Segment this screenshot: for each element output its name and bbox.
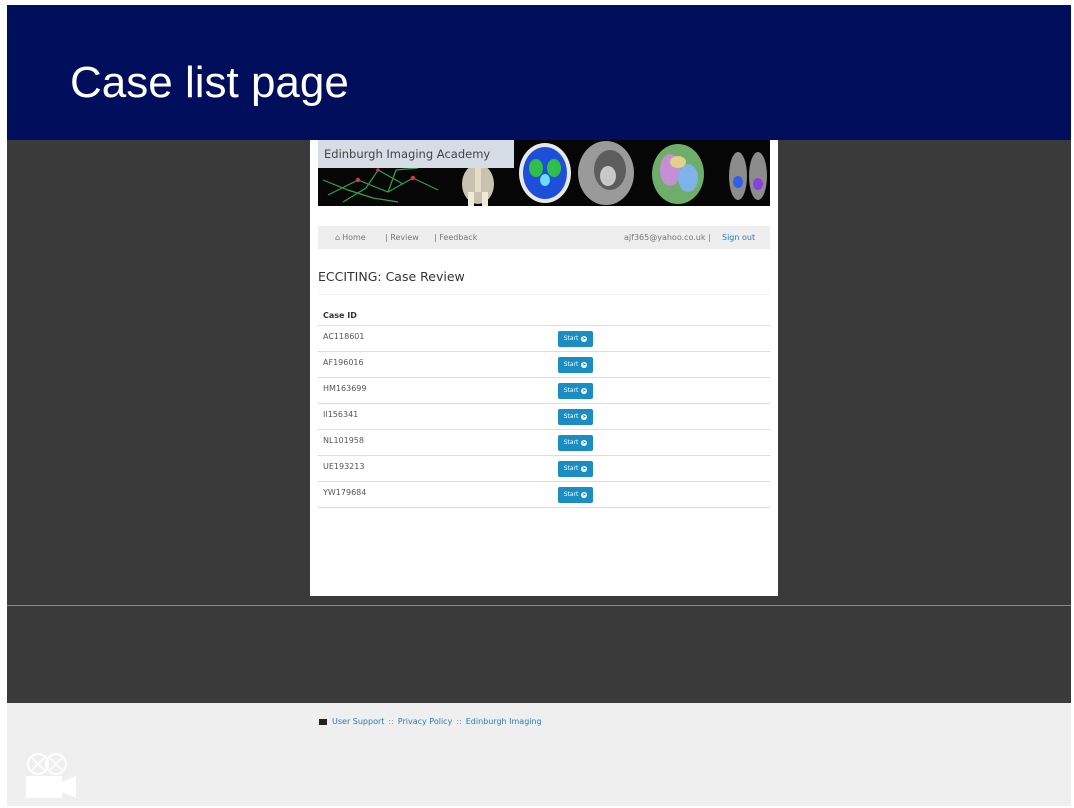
nav-home-link[interactable]: ⌂ Home — [335, 226, 366, 249]
backdrop-divider — [7, 605, 1071, 606]
start-button[interactable]: Start ➤ — [558, 461, 593, 477]
user-email: ajf365@yahoo.co.uk | — [624, 233, 711, 242]
slide-header: Case list page — [7, 5, 1071, 140]
arrow-circle-right-icon: ➤ — [581, 413, 588, 420]
start-button-label: Start — [563, 465, 579, 472]
arrow-circle-right-icon: ➤ — [581, 465, 588, 472]
page-heading: ECCITING: Case Review — [318, 269, 465, 284]
start-button[interactable]: Start ➤ — [558, 487, 593, 503]
user-support-link[interactable]: User Support — [332, 717, 384, 726]
edinburgh-imaging-link[interactable]: Edinburgh Imaging — [466, 717, 542, 726]
slide-title: Case list page — [70, 58, 349, 107]
arrow-circle-right-icon: ➤ — [581, 491, 588, 498]
nav-bar: ⌂ Home | Review | Feedback ajf365@yahoo.c… — [318, 226, 770, 249]
nav-feedback-link[interactable]: | Feedback — [434, 226, 477, 249]
skeleton-image — [462, 164, 494, 206]
heading-divider — [318, 294, 770, 295]
table-row: II156341 Start ➤ — [318, 404, 770, 430]
start-button[interactable]: Start ➤ — [558, 331, 593, 347]
case-id-cell: HM163699 — [323, 384, 367, 393]
home-icon: ⌂ — [335, 233, 341, 242]
mri-image — [578, 141, 634, 205]
app-page: Edinburgh Imaging Academy ⌂ Home | Review… — [310, 140, 778, 596]
table-row: AC118601 Start ➤ — [318, 326, 770, 352]
footer: User Support :: Privacy Policy :: Edinbu… — [7, 703, 1071, 806]
start-button[interactable]: Start ➤ — [558, 383, 593, 399]
start-button-label: Start — [563, 335, 579, 342]
sign-out-link[interactable]: Sign out — [722, 226, 755, 249]
case-id-cell: II156341 — [323, 410, 359, 419]
case-id-cell: AC118601 — [323, 332, 365, 341]
banner: Edinburgh Imaging Academy — [318, 140, 770, 206]
arrow-circle-right-icon: ➤ — [581, 439, 588, 446]
start-button-label: Start — [563, 413, 579, 420]
column-header-case-id: Case ID — [318, 306, 770, 326]
arrow-circle-right-icon: ➤ — [581, 387, 588, 394]
envelope-icon — [319, 718, 327, 725]
start-button[interactable]: Start ➤ — [558, 409, 593, 425]
footer-links: User Support :: Privacy Policy :: Edinbu… — [319, 717, 542, 726]
case-id-cell: UE193213 — [323, 462, 365, 471]
start-button[interactable]: Start ➤ — [558, 435, 593, 451]
arrow-circle-right-icon: ➤ — [581, 335, 588, 342]
nav-review-link[interactable]: | Review — [385, 226, 419, 249]
case-id-cell: NL101958 — [323, 436, 364, 445]
start-button[interactable]: Start ➤ — [558, 357, 593, 373]
privacy-policy-link[interactable]: Privacy Policy — [398, 717, 453, 726]
video-camera-icon — [26, 753, 76, 798]
table-row: NL101958 Start ➤ — [318, 430, 770, 456]
brain-scan-image — [519, 143, 571, 203]
tractography-image — [652, 144, 704, 204]
banner-title: Edinburgh Imaging Academy — [318, 140, 514, 168]
start-button-label: Start — [563, 361, 579, 368]
nav-home-label: Home — [342, 233, 366, 242]
footer-separator: :: — [456, 717, 462, 726]
case-id-cell: YW179684 — [323, 488, 367, 497]
table-row: HM163699 Start ➤ — [318, 378, 770, 404]
pet-scan-image — [729, 152, 767, 200]
slide: Case list page Edinburgh Imaging Academy… — [0, 0, 1074, 808]
case-id-cell: AF196016 — [323, 358, 364, 367]
footer-separator: :: — [388, 717, 394, 726]
table-row: AF196016 Start ➤ — [318, 352, 770, 378]
start-button-label: Start — [563, 387, 579, 394]
arrow-circle-right-icon: ➤ — [581, 361, 588, 368]
table-row: UE193213 Start ➤ — [318, 456, 770, 482]
neuron-image — [322, 167, 439, 203]
table-row: YW179684 Start ➤ — [318, 482, 770, 508]
case-table: Case ID AC118601 Start ➤ AF196016 Start … — [318, 306, 770, 508]
start-button-label: Start — [563, 439, 579, 446]
start-button-label: Start — [563, 491, 579, 498]
